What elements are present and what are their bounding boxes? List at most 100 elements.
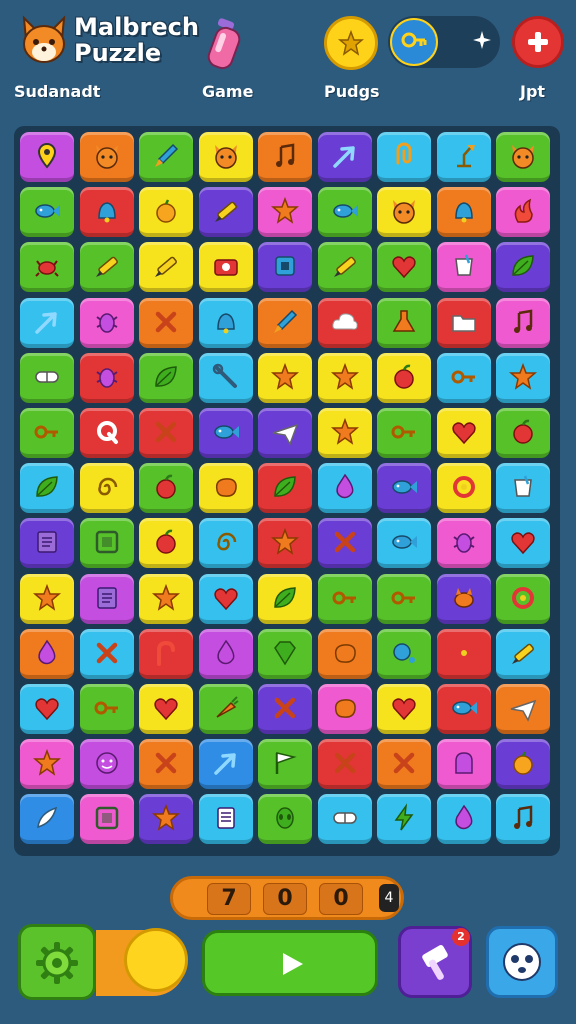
game-tile[interactable] (79, 684, 134, 734)
game-tile[interactable] (139, 573, 193, 624)
game-tile[interactable] (258, 242, 312, 293)
game-tile[interactable] (377, 132, 431, 182)
game-tile[interactable] (377, 794, 431, 845)
game-tile[interactable] (20, 739, 74, 790)
game-tile[interactable] (317, 739, 372, 790)
game-tile[interactable] (79, 297, 134, 348)
game-tile[interactable] (79, 132, 134, 182)
game-tile[interactable] (317, 518, 372, 569)
game-tile[interactable] (377, 573, 431, 624)
game-tile[interactable] (258, 794, 312, 845)
game-tile[interactable] (377, 297, 431, 348)
game-tile[interactable] (20, 242, 74, 293)
game-tile[interactable] (139, 628, 193, 679)
game-tile[interactable] (20, 794, 74, 845)
game-tile[interactable] (258, 684, 312, 734)
game-tile[interactable] (139, 684, 193, 734)
game-tile[interactable] (436, 628, 491, 679)
game-tile[interactable] (20, 573, 74, 624)
game-tile[interactable] (79, 573, 134, 624)
game-tile[interactable] (139, 408, 193, 458)
game-tile[interactable] (198, 242, 253, 293)
game-tile[interactable] (20, 132, 74, 182)
game-tile[interactable] (436, 132, 491, 182)
game-tile[interactable] (139, 518, 193, 569)
game-tile[interactable] (198, 794, 253, 845)
game-tile[interactable] (258, 187, 312, 238)
game-tile[interactable] (79, 739, 134, 790)
game-tile[interactable] (198, 463, 253, 514)
game-tile[interactable] (258, 132, 312, 182)
game-tile[interactable] (496, 794, 550, 845)
game-tile[interactable] (496, 573, 550, 624)
game-tile[interactable] (79, 352, 134, 403)
game-tile[interactable] (436, 352, 491, 403)
game-tile[interactable] (496, 408, 550, 458)
game-tile[interactable] (258, 573, 312, 624)
game-tile[interactable] (496, 297, 550, 348)
game-tile[interactable] (496, 684, 550, 734)
game-tile[interactable] (496, 187, 550, 238)
game-tile[interactable] (496, 628, 550, 679)
game-tile[interactable] (377, 187, 431, 238)
coin-button[interactable] (324, 16, 378, 70)
game-tile[interactable] (436, 187, 491, 238)
game-tile[interactable] (317, 573, 372, 624)
game-tile[interactable] (20, 352, 74, 403)
game-tile[interactable] (20, 297, 74, 348)
profile-button[interactable] (486, 926, 558, 998)
game-tile[interactable] (198, 518, 253, 569)
game-tile[interactable] (79, 408, 134, 458)
game-tile[interactable] (317, 794, 372, 845)
currency-counter[interactable] (388, 16, 500, 68)
game-tile[interactable] (139, 794, 193, 845)
settings-button[interactable] (18, 924, 96, 1000)
game-tile[interactable] (496, 518, 550, 569)
game-tile[interactable] (496, 242, 550, 293)
game-tile[interactable] (20, 628, 74, 679)
game-tile[interactable] (79, 628, 134, 679)
game-tile[interactable] (258, 352, 312, 403)
game-tile[interactable] (496, 739, 550, 790)
game-tile[interactable] (377, 408, 431, 458)
game-tile[interactable] (436, 739, 491, 790)
toggle-knob[interactable] (124, 928, 188, 992)
game-tile[interactable] (377, 684, 431, 734)
game-tile[interactable] (436, 518, 491, 569)
game-tile[interactable] (496, 132, 550, 182)
game-tile[interactable] (258, 463, 312, 514)
game-tile[interactable] (139, 463, 193, 514)
game-tile[interactable] (377, 352, 431, 403)
game-tile[interactable] (377, 628, 431, 679)
add-button[interactable] (512, 16, 564, 68)
play-button[interactable] (202, 930, 378, 996)
game-tile[interactable] (317, 628, 372, 679)
game-tile[interactable] (258, 628, 312, 679)
game-tile[interactable] (436, 242, 491, 293)
game-tile[interactable] (139, 739, 193, 790)
game-tile[interactable] (436, 573, 491, 624)
game-tile[interactable] (198, 187, 253, 238)
game-tile[interactable] (317, 684, 372, 734)
game-tile[interactable] (258, 518, 312, 569)
game-tile[interactable] (139, 132, 193, 182)
game-tile[interactable] (20, 684, 74, 734)
game-tile[interactable] (317, 132, 372, 182)
game-tile[interactable] (436, 408, 491, 458)
game-tile[interactable] (377, 739, 431, 790)
game-tile[interactable] (377, 463, 431, 514)
game-tile[interactable] (198, 352, 253, 403)
game-tile[interactable] (198, 132, 253, 182)
game-tile[interactable] (317, 463, 372, 514)
game-tile[interactable] (139, 187, 193, 238)
game-tile[interactable] (198, 573, 253, 624)
game-tile[interactable] (377, 518, 431, 569)
game-tile[interactable] (496, 463, 550, 514)
game-tile[interactable] (258, 297, 312, 348)
game-tile[interactable] (258, 739, 312, 790)
game-tile[interactable] (139, 242, 193, 293)
game-tile[interactable] (198, 297, 253, 348)
game-tile[interactable] (436, 463, 491, 514)
game-tile[interactable] (20, 463, 74, 514)
game-tile[interactable] (377, 242, 431, 293)
